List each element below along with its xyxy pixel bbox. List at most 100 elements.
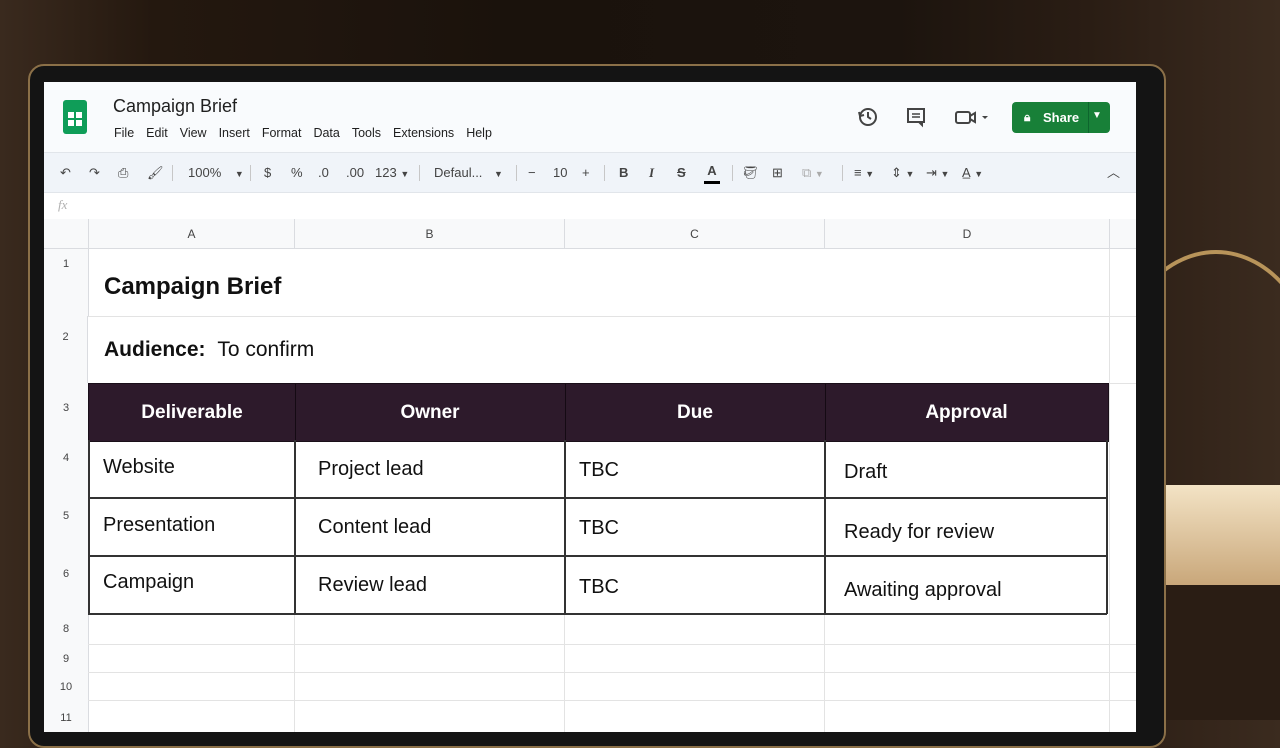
- cell-approval-3[interactable]: Awaiting approval: [844, 579, 1002, 602]
- table-border: [88, 497, 1107, 499]
- cell-due-2[interactable]: TBC: [579, 517, 619, 540]
- paint-format-icon[interactable]: 🖌︎: [147, 162, 164, 184]
- text-rotation-icon[interactable]: A̲ ▼: [962, 162, 983, 184]
- column-header-e[interactable]: [1110, 219, 1136, 249]
- text-wrap-icon[interactable]: ⇥ ▼: [926, 162, 949, 184]
- bold-button[interactable]: B: [619, 162, 628, 184]
- cell-due-3[interactable]: TBC: [579, 576, 619, 599]
- text-color-button[interactable]: A: [704, 162, 720, 184]
- menu-insert[interactable]: Insert: [219, 126, 256, 140]
- formula-bar[interactable]: fx: [44, 192, 1136, 220]
- print-icon[interactable]: ⎙: [118, 162, 128, 184]
- borders-icon[interactable]: ⊞: [772, 162, 783, 184]
- toolbar-divider: [419, 165, 420, 181]
- version-history-icon[interactable]: [856, 106, 880, 130]
- menu-view[interactable]: View: [180, 126, 213, 140]
- undo-icon[interactable]: ↶: [60, 162, 71, 184]
- row-header-1[interactable]: 1: [44, 249, 89, 316]
- menu-extensions[interactable]: Extensions: [393, 126, 460, 140]
- audience-cell[interactable]: Audience: To confirm: [104, 338, 314, 362]
- menu-format[interactable]: Format: [262, 126, 308, 140]
- header-divider: [825, 384, 826, 441]
- vertical-align-icon[interactable]: ⇕ ▼: [891, 162, 914, 184]
- font-family-select[interactable]: Defaul... ▼: [434, 162, 503, 184]
- row-header-4[interactable]: 4: [44, 440, 89, 498]
- gridline: [294, 614, 295, 732]
- header-deliverable[interactable]: Deliverable: [89, 384, 295, 441]
- increase-font-size-button[interactable]: +: [582, 162, 590, 184]
- font-size-input[interactable]: 10: [553, 162, 567, 184]
- cell-owner-1[interactable]: Project lead: [318, 458, 424, 481]
- cell-due-1[interactable]: TBC: [579, 459, 619, 482]
- gridline: [564, 614, 565, 732]
- italic-button[interactable]: I: [649, 162, 654, 184]
- spreadsheet-app: Campaign Brief File Edit View Insert For…: [44, 82, 1136, 732]
- column-header-d[interactable]: D: [825, 219, 1110, 249]
- sheets-logo-icon[interactable]: [63, 100, 87, 134]
- header-owner[interactable]: Owner: [295, 384, 565, 441]
- chevron-down-icon: ▼: [400, 169, 410, 179]
- sheet-title-cell[interactable]: Campaign Brief: [104, 273, 281, 301]
- comments-icon[interactable]: [904, 106, 928, 130]
- font-family-label: Defaul...: [434, 165, 483, 180]
- strikethrough-button[interactable]: S: [677, 162, 686, 184]
- toolbar-divider: [732, 165, 733, 181]
- fx-icon: fx: [58, 197, 68, 212]
- row-header-5[interactable]: 5: [44, 498, 89, 556]
- cell-owner-3[interactable]: Review lead: [318, 574, 427, 597]
- row-header-8[interactable]: 8: [44, 614, 89, 644]
- header-divider: [565, 384, 566, 441]
- audience-value: To confirm: [217, 338, 315, 361]
- menu-tools[interactable]: Tools: [352, 126, 387, 140]
- toolbar-divider: [250, 165, 251, 181]
- zoom-select[interactable]: 100% ▼: [188, 162, 244, 184]
- menu-edit[interactable]: Edit: [146, 126, 174, 140]
- share-button[interactable]: 🔒︎ Share ▼: [1012, 102, 1110, 133]
- share-divider: [1088, 102, 1089, 133]
- chevron-down-icon: ▼: [494, 169, 503, 179]
- increase-decimal-button[interactable]: .00: [346, 162, 364, 184]
- header-divider: [295, 384, 296, 441]
- decrease-decimal-button[interactable]: .0: [318, 162, 329, 184]
- header-due[interactable]: Due: [565, 384, 825, 441]
- document-title[interactable]: Campaign Brief: [113, 96, 237, 117]
- merge-cells-icon[interactable]: ⧉ ▼: [802, 162, 824, 184]
- cell-deliverable-3[interactable]: Campaign: [103, 571, 194, 594]
- cell-deliverable-2[interactable]: Presentation: [103, 514, 215, 537]
- table-border: [564, 440, 566, 614]
- column-header-a[interactable]: A: [89, 219, 295, 249]
- meet-video-icon[interactable]: [952, 106, 992, 130]
- currency-format-button[interactable]: $: [264, 162, 271, 184]
- row-header-10[interactable]: 10: [44, 672, 89, 700]
- row-header-2[interactable]: 2: [44, 316, 88, 383]
- column-header-b[interactable]: B: [295, 219, 565, 249]
- cell-deliverable-1[interactable]: Website: [103, 456, 175, 479]
- table-border: [1106, 440, 1108, 614]
- row-header-11[interactable]: 11: [44, 700, 89, 732]
- title-bar: Campaign Brief File Edit View Insert For…: [44, 82, 1136, 152]
- row-header-6[interactable]: 6: [44, 556, 89, 614]
- number-format-select[interactable]: 123 ▼: [375, 162, 409, 184]
- cell-owner-2[interactable]: Content lead: [318, 516, 431, 539]
- menu-file[interactable]: File: [114, 126, 140, 140]
- cell-approval-2[interactable]: Ready for review: [844, 521, 994, 544]
- menu-help[interactable]: Help: [466, 126, 498, 140]
- select-all-corner[interactable]: [44, 219, 89, 249]
- menu-bar: File Edit View Insert Format Data Tools …: [114, 126, 504, 140]
- decrease-font-size-button[interactable]: −: [528, 162, 536, 184]
- cell-approval-1[interactable]: Draft: [844, 461, 887, 484]
- percent-format-button[interactable]: %: [291, 162, 303, 184]
- fill-color-icon[interactable]: 🪣︎: [742, 162, 759, 184]
- toolbar: ↶ ↷ ⎙ 🖌︎ 100% ▼ $ % .0 .00 123 ▼ Defaul.…: [44, 152, 1136, 193]
- collapse-toolbar-icon[interactable]: ︿: [1107, 162, 1120, 184]
- column-header-c[interactable]: C: [565, 219, 825, 249]
- row-header-9[interactable]: 9: [44, 644, 89, 672]
- horizontal-align-icon[interactable]: ≡ ▼: [854, 162, 874, 184]
- share-dropdown-icon[interactable]: ▼: [1092, 110, 1102, 121]
- redo-icon[interactable]: ↷: [89, 162, 100, 184]
- row-header-3[interactable]: 3: [44, 383, 89, 440]
- table-border: [88, 555, 1107, 557]
- table-border: [294, 440, 296, 614]
- menu-data[interactable]: Data: [313, 126, 345, 140]
- header-approval[interactable]: Approval: [825, 384, 1108, 441]
